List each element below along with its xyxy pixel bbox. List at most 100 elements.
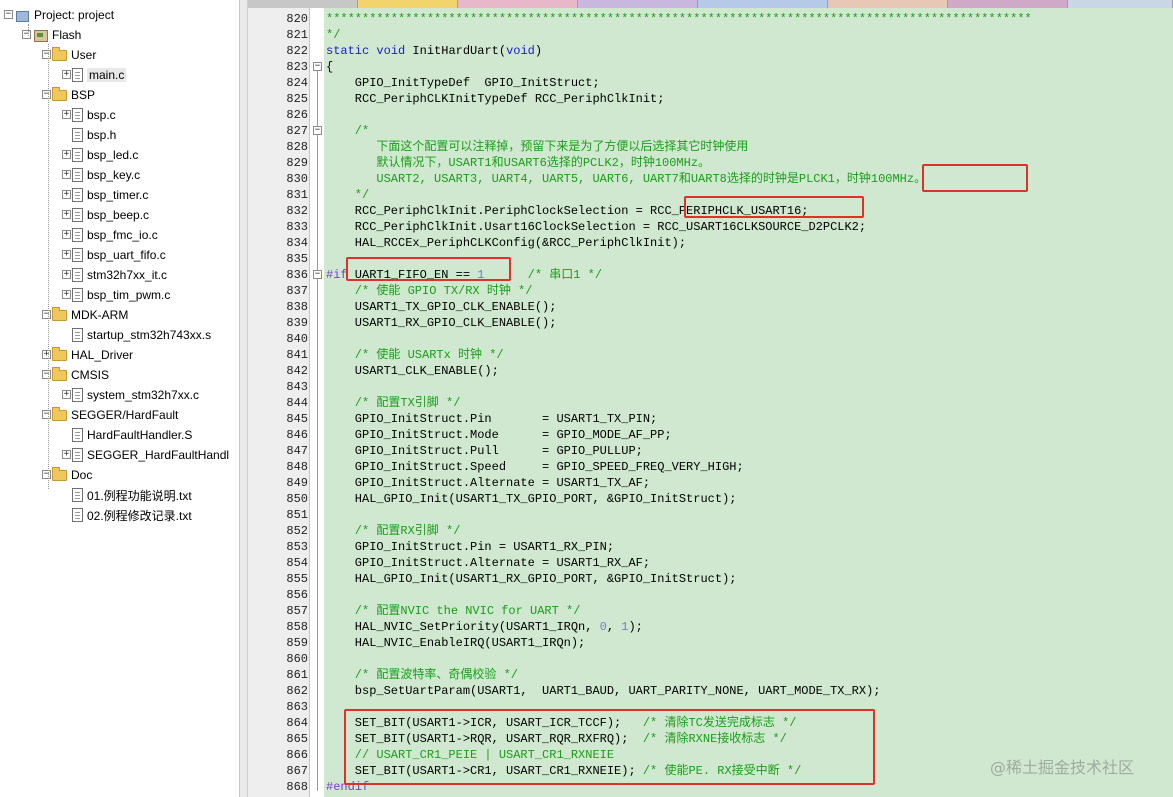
code-line[interactable]: // USART_CR1_PEIE | USART_CR1_RXNEIE xyxy=(326,747,614,763)
expand-toggle-icon[interactable]: + xyxy=(62,110,71,119)
panel-splitter[interactable] xyxy=(240,0,248,797)
expand-toggle-icon[interactable]: + xyxy=(62,210,71,219)
tree-target-flash[interactable]: Flash xyxy=(32,25,81,45)
code-line[interactable]: HAL_NVIC_SetPriority(USART1_IRQn, 0, 1); xyxy=(326,619,643,635)
editor-tab[interactable] xyxy=(248,0,358,8)
tree-group-hal-driver[interactable]: HAL_Driver xyxy=(52,345,133,365)
tree-group-bsp[interactable]: BSP xyxy=(52,85,95,105)
editor-tab[interactable] xyxy=(1068,0,1173,8)
code-line[interactable]: */ xyxy=(326,187,369,203)
code-line[interactable]: { xyxy=(326,59,333,75)
collapse-toggle-icon[interactable]: − xyxy=(42,470,51,479)
editor-tab[interactable] xyxy=(458,0,578,8)
code-line[interactable]: GPIO_InitStruct.Alternate = USART1_TX_AF… xyxy=(326,475,650,491)
tree-file[interactable]: bsp_key.c xyxy=(72,165,140,185)
code-line[interactable]: GPIO_InitStruct.Alternate = USART1_RX_AF… xyxy=(326,555,650,571)
code-line[interactable]: /* 配置TX引脚 */ xyxy=(326,395,461,411)
collapse-toggle-icon[interactable]: − xyxy=(4,10,13,19)
expand-toggle-icon[interactable]: + xyxy=(42,350,51,359)
code-line[interactable]: RCC_PeriphClkInit.Usart16ClockSelection … xyxy=(326,219,866,235)
code-line[interactable]: /* 配置RX引脚 */ xyxy=(326,523,461,539)
code-line[interactable]: HAL_NVIC_EnableIRQ(USART1_IRQn); xyxy=(326,635,585,651)
editor-tab[interactable] xyxy=(358,0,458,8)
code-line[interactable]: 默认情况下，USART1和USART6选择的PCLK2，时钟100MHz。 xyxy=(326,155,710,171)
tree-file[interactable]: main.c xyxy=(72,65,127,85)
code-line[interactable]: RCC_PeriphClkInit.PeriphClockSelection =… xyxy=(326,203,809,219)
expand-toggle-icon[interactable]: + xyxy=(62,230,71,239)
tree-file[interactable]: bsp_beep.c xyxy=(72,205,149,225)
editor-tab[interactable] xyxy=(828,0,948,8)
tree-file[interactable]: HardFaultHandler.S xyxy=(72,425,192,445)
tree-file[interactable]: bsp_timer.c xyxy=(72,185,148,205)
code-line[interactable]: /* xyxy=(326,123,369,139)
code-line[interactable]: #endif xyxy=(326,779,369,795)
tree-group-user[interactable]: User xyxy=(52,45,96,65)
code-line[interactable]: GPIO_InitStruct.Mode = GPIO_MODE_AF_PP; xyxy=(326,427,672,443)
code-area[interactable]: ****************************************… xyxy=(324,8,1173,797)
expand-toggle-icon[interactable]: + xyxy=(62,250,71,259)
collapse-toggle-icon[interactable]: − xyxy=(22,30,31,39)
tree-file[interactable]: bsp.c xyxy=(72,105,116,125)
tree-file[interactable]: SEGGER_HardFaultHandl xyxy=(72,445,229,465)
code-line[interactable]: HAL_GPIO_Init(USART1_RX_GPIO_PORT, &GPIO… xyxy=(326,571,737,587)
code-line[interactable]: USART1_CLK_ENABLE(); xyxy=(326,363,499,379)
expand-toggle-icon[interactable]: + xyxy=(62,450,71,459)
code-line[interactable]: GPIO_InitStruct.Speed = GPIO_SPEED_FREQ_… xyxy=(326,459,744,475)
tree-file[interactable]: bsp_uart_fifo.c xyxy=(72,245,166,265)
tree-file[interactable]: bsp_fmc_io.c xyxy=(72,225,158,245)
tree-file[interactable]: bsp_led.c xyxy=(72,145,138,165)
tree-group-cmsis[interactable]: CMSIS xyxy=(52,365,109,385)
tree-file[interactable]: startup_stm32h743xx.s xyxy=(72,325,211,345)
collapse-toggle-icon[interactable]: − xyxy=(42,90,51,99)
collapse-toggle-icon[interactable]: − xyxy=(42,370,51,379)
code-line[interactable]: #if UART1_FIFO_EN == 1 /* 串口1 */ xyxy=(326,267,602,283)
code-line[interactable]: /* 使能 USARTx 时钟 */ xyxy=(326,347,504,363)
tree-group-doc[interactable]: Doc xyxy=(52,465,92,485)
expand-toggle-icon[interactable]: + xyxy=(62,270,71,279)
tree-group-mdk-arm[interactable]: MDK-ARM xyxy=(52,305,128,325)
code-line[interactable]: 下面这个配置可以注释掉，预留下来是为了方便以后选择其它时钟使用 xyxy=(326,139,748,155)
code-line[interactable]: static void InitHardUart(void) xyxy=(326,43,542,59)
code-line[interactable]: bsp_SetUartParam(USART1, UART1_BAUD, UAR… xyxy=(326,683,881,699)
tree-file[interactable]: bsp.h xyxy=(72,125,116,145)
code-line[interactable]: HAL_RCCEx_PeriphCLKConfig(&RCC_PeriphClk… xyxy=(326,235,686,251)
tree-file[interactable]: 01.例程功能说明.txt xyxy=(72,485,192,505)
expand-toggle-icon[interactable]: + xyxy=(62,290,71,299)
code-line[interactable]: GPIO_InitStruct.Pin = USART1_TX_PIN; xyxy=(326,411,657,427)
expand-toggle-icon[interactable]: + xyxy=(62,70,71,79)
tree-file[interactable]: system_stm32h7xx.c xyxy=(72,385,199,405)
collapse-toggle-icon[interactable]: − xyxy=(42,410,51,419)
expand-toggle-icon[interactable]: + xyxy=(62,190,71,199)
expand-toggle-icon[interactable]: + xyxy=(62,150,71,159)
collapse-toggle-icon[interactable]: − xyxy=(42,310,51,319)
tree-project-root[interactable]: Project: project xyxy=(14,5,114,25)
code-line[interactable]: SET_BIT(USART1->ICR, USART_ICR_TCCF); /*… xyxy=(326,715,797,731)
code-line[interactable]: */ xyxy=(326,27,340,43)
code-line[interactable]: /* 配置波特率、奇偶校验 */ xyxy=(326,667,518,683)
code-line[interactable]: GPIO_InitStruct.Pin = USART1_RX_PIN; xyxy=(326,539,614,555)
editor-tab[interactable] xyxy=(948,0,1068,8)
tree-file[interactable]: stm32h7xx_it.c xyxy=(72,265,167,285)
code-line[interactable]: USART2, USART3, UART4, UART5, UART6, UAR… xyxy=(326,171,926,187)
code-line[interactable]: /* 配置NVIC the NVIC for UART */ xyxy=(326,603,581,619)
code-line[interactable]: /* 使能 GPIO TX/RX 时钟 */ xyxy=(326,283,533,299)
editor-tab[interactable] xyxy=(578,0,698,8)
fold-toggle-icon[interactable]: − xyxy=(313,270,322,279)
code-line[interactable]: USART1_RX_GPIO_CLK_ENABLE(); xyxy=(326,315,557,331)
code-line[interactable]: RCC_PeriphCLKInitTypeDef RCC_PeriphClkIn… xyxy=(326,91,665,107)
collapse-toggle-icon[interactable]: − xyxy=(42,50,51,59)
editor-tab[interactable] xyxy=(698,0,828,8)
code-line[interactable]: SET_BIT(USART1->CR1, USART_CR1_RXNEIE); … xyxy=(326,763,801,779)
code-line[interactable]: GPIO_InitStruct.Pull = GPIO_PULLUP; xyxy=(326,443,643,459)
code-line[interactable]: SET_BIT(USART1->RQR, USART_RQR_RXFRQ); /… xyxy=(326,731,787,747)
code-line[interactable]: HAL_GPIO_Init(USART1_TX_GPIO_PORT, &GPIO… xyxy=(326,491,737,507)
code-line[interactable]: ****************************************… xyxy=(326,11,1032,27)
tree-group-segger-hardfault[interactable]: SEGGER/HardFault xyxy=(52,405,178,425)
expand-toggle-icon[interactable]: + xyxy=(62,390,71,399)
code-line[interactable]: USART1_TX_GPIO_CLK_ENABLE(); xyxy=(326,299,557,315)
fold-toggle-icon[interactable]: − xyxy=(313,62,322,71)
tree-file[interactable]: bsp_tim_pwm.c xyxy=(72,285,170,305)
expand-toggle-icon[interactable]: + xyxy=(62,170,71,179)
fold-toggle-icon[interactable]: − xyxy=(313,126,322,135)
code-line[interactable]: GPIO_InitTypeDef GPIO_InitStruct; xyxy=(326,75,600,91)
